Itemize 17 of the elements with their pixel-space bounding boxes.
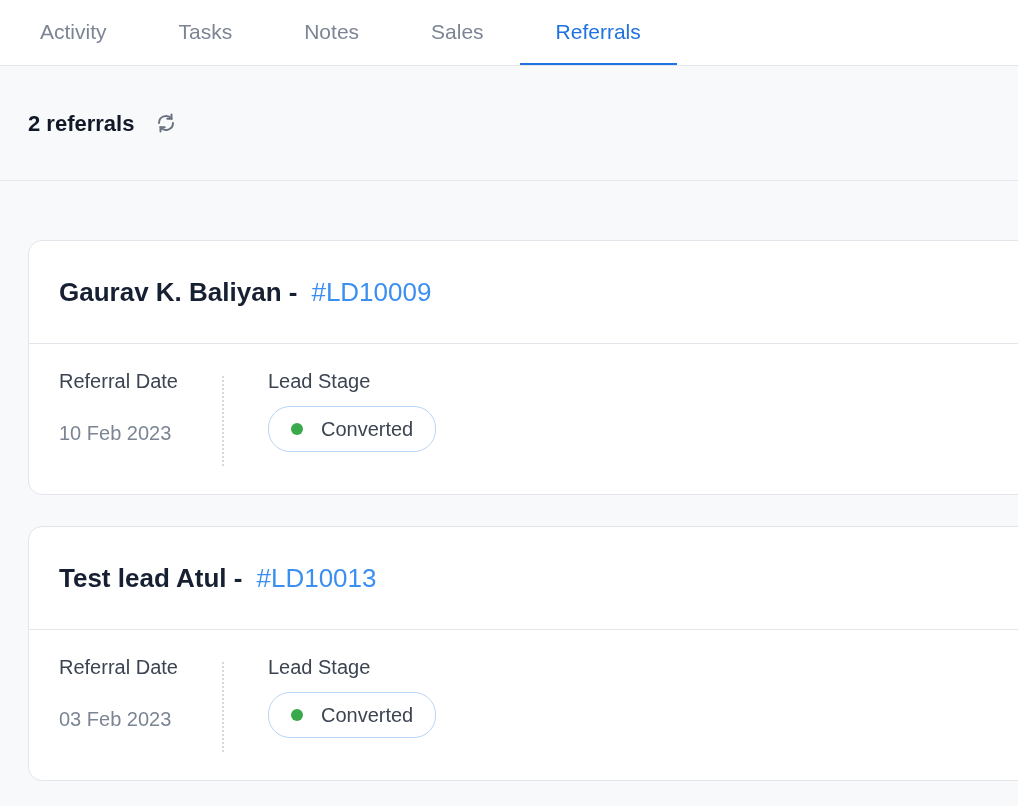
field-label: Lead Stage [267,655,372,680]
tab[interactable]: Sales [395,0,520,65]
referral-count: 2 referrals [28,109,135,138]
stage-badge: Converted [267,406,437,452]
tab[interactable]: Tasks [142,0,269,65]
referral-date: 10 Feb 2023 [59,421,173,446]
field-label: Referral Date [59,369,178,394]
lead-id-link[interactable]: #LD10013 [256,558,377,598]
tab[interactable]: Activity [4,0,143,65]
referral-date: 03 Feb 2023 [59,707,173,732]
lead-name: Gaurav K. Baliyan - [59,275,298,309]
lead-name: Test lead Atul - [59,561,243,595]
field-label: Referral Date [59,655,178,680]
tab[interactable]: Notes [268,0,396,65]
field-label: Lead Stage [267,369,372,394]
lead-id-link[interactable]: #LD10009 [311,272,432,312]
stage-badge: Converted [267,692,437,738]
